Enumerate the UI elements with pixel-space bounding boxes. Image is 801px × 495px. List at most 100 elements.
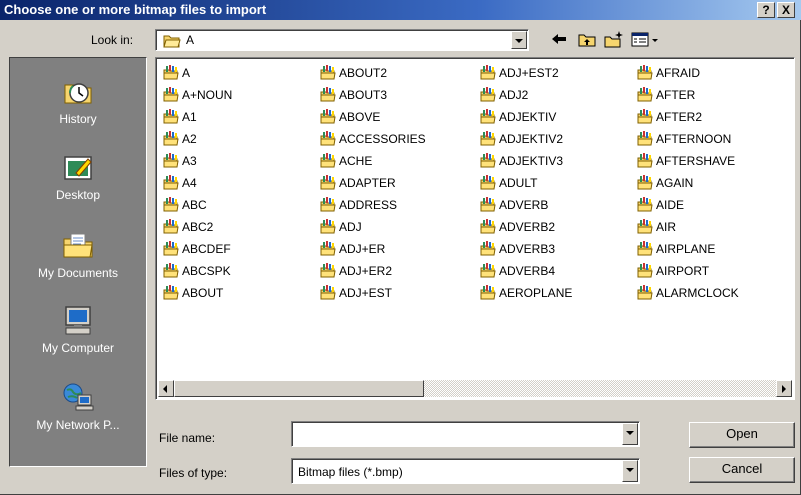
folder-shortcut-icon	[480, 65, 496, 80]
places-label-desktop: Desktop	[55, 188, 101, 202]
back-arrow-icon[interactable]	[548, 29, 570, 49]
folder-shortcut-icon	[163, 131, 179, 146]
folder-shortcut-icon	[637, 153, 653, 168]
folder-shortcut-icon	[320, 65, 336, 80]
file-item-label: A3	[182, 154, 197, 168]
folder-shortcut-icon	[320, 109, 336, 124]
file-item-label: A2	[182, 132, 197, 146]
file-item-label: ABOUT	[182, 286, 224, 300]
file-item-label: AFRAID	[656, 66, 701, 80]
up-one-level-icon[interactable]	[576, 29, 598, 49]
folder-shortcut-icon	[480, 87, 496, 102]
import-bitmap-dialog: Choose one or more bitmap files to impor…	[0, 0, 801, 495]
places-label-my-documents: My Documents	[37, 266, 119, 280]
file-item-label: ADJ2	[499, 88, 529, 102]
file-item-label: AIRPLANE	[656, 242, 716, 256]
file-item-label: ABOVE	[339, 110, 381, 124]
files-of-type-value: Bitmap files (*.bmp)	[298, 465, 403, 479]
file-item-label: ADJ+EST	[339, 286, 393, 300]
file-item-label: ADJ	[339, 220, 362, 234]
files-of-type-label: Files of type:	[159, 466, 228, 480]
folder-shortcut-icon	[320, 131, 336, 146]
files-of-type-dropdown-button[interactable]	[622, 460, 638, 482]
file-item-label: AGAIN	[656, 176, 694, 190]
file-item-label: A1	[182, 110, 197, 124]
folder-shortcut-icon	[637, 131, 653, 146]
file-item-label: ABCDEF	[182, 242, 231, 256]
folder-shortcut-icon	[320, 241, 336, 256]
file-item-label: AIRPORT	[656, 264, 710, 278]
scroll-left-button[interactable]	[158, 380, 174, 397]
file-item-label: AEROPLANE	[499, 286, 573, 300]
folder-shortcut-icon	[480, 263, 496, 278]
file-item-label: ADJEKTIV2	[499, 132, 564, 146]
places-label-my-computer: My Computer	[41, 341, 115, 355]
folder-shortcut-icon	[637, 197, 653, 212]
places-item-my-network-places[interactable]: My Network P...	[10, 381, 146, 432]
file-item-label: ABOUT2	[339, 66, 388, 80]
my-network-places-icon	[63, 383, 94, 411]
file-item-label: ACCESSORIES	[339, 132, 426, 146]
file-list[interactable]: A A+NOUN A1 A2 A3 A4 ABC ABC2 ABCDEF ABCSPK ABOUT …	[155, 57, 795, 400]
folder-shortcut-icon	[163, 65, 179, 80]
close-button[interactable]: X	[777, 2, 795, 18]
file-item-label: AFTER2	[656, 110, 703, 124]
file-item-label: AIDE	[656, 198, 685, 212]
file-item-label: A+NOUN	[182, 88, 233, 102]
folder-shortcut-icon	[480, 109, 496, 124]
folder-shortcut-icon	[480, 131, 496, 146]
create-new-folder-icon[interactable]	[603, 29, 625, 49]
file-item-label: ADULT	[499, 176, 538, 190]
look-in-label: Look in:	[91, 33, 134, 47]
file-item-label: ADVERB4	[499, 264, 556, 278]
file-item-label: AFTER	[656, 88, 696, 102]
folder-shortcut-icon	[480, 219, 496, 234]
folder-shortcut-icon	[163, 153, 179, 168]
folder-shortcut-icon	[320, 197, 336, 212]
file-item-label: A	[182, 66, 191, 80]
folder-shortcut-icon	[637, 65, 653, 80]
file-item-label: ADJ+ER2	[339, 264, 393, 278]
open-button[interactable]: Open	[689, 422, 795, 448]
file-item-label: ABOUT3	[339, 88, 388, 102]
folder-shortcut-icon	[163, 241, 179, 256]
file-item-label: ADVERB3	[499, 242, 556, 256]
places-item-my-documents[interactable]: My Documents	[10, 229, 146, 280]
places-bar: History Desktop My Documents My Computer…	[9, 57, 147, 467]
file-item-label: ACHE	[339, 154, 373, 168]
look-in-combo[interactable]: A	[155, 29, 529, 51]
file-item-label: ABC	[182, 198, 207, 212]
places-label-my-network-places: My Network P...	[36, 418, 120, 432]
file-name-label: File name:	[159, 431, 216, 445]
look-in-dropdown-button[interactable]	[511, 31, 527, 49]
folder-shortcut-icon	[480, 175, 496, 190]
my-computer-icon	[65, 306, 91, 335]
view-menu-icon[interactable]	[630, 29, 662, 49]
folder-shortcut-icon	[637, 87, 653, 102]
file-item-label: ADVERB2	[499, 220, 556, 234]
cancel-button[interactable]: Cancel	[689, 457, 795, 483]
file-item-label: ABCSPK	[182, 264, 231, 278]
title-bar[interactable]: Choose one or more bitmap files to impor…	[0, 0, 801, 20]
horizontal-scrollbar[interactable]	[158, 380, 792, 397]
file-name-dropdown-button[interactable]	[622, 423, 638, 445]
files-of-type-combo[interactable]: Bitmap files (*.bmp)	[291, 458, 640, 484]
my-documents-icon	[63, 233, 93, 258]
history-icon	[64, 83, 92, 104]
file-item-label: AIR	[656, 220, 677, 234]
dialog-title: Choose one or more bitmap files to impor…	[4, 2, 267, 17]
places-item-desktop[interactable]: Desktop	[10, 151, 146, 202]
scroll-right-button[interactable]	[776, 380, 792, 397]
look-in-value: A	[186, 33, 195, 47]
file-item-label: A4	[182, 176, 197, 190]
places-item-history[interactable]: History	[10, 75, 146, 126]
places-label-history: History	[59, 112, 97, 126]
help-button[interactable]: ?	[757, 2, 775, 18]
folder-shortcut-icon	[637, 263, 653, 278]
scroll-thumb[interactable]	[174, 380, 424, 397]
folder-shortcut-icon	[163, 87, 179, 102]
places-item-my-computer[interactable]: My Computer	[10, 304, 146, 355]
file-name-combo[interactable]	[291, 421, 640, 447]
folder-shortcut-icon	[163, 263, 179, 278]
folder-shortcut-icon	[320, 87, 336, 102]
